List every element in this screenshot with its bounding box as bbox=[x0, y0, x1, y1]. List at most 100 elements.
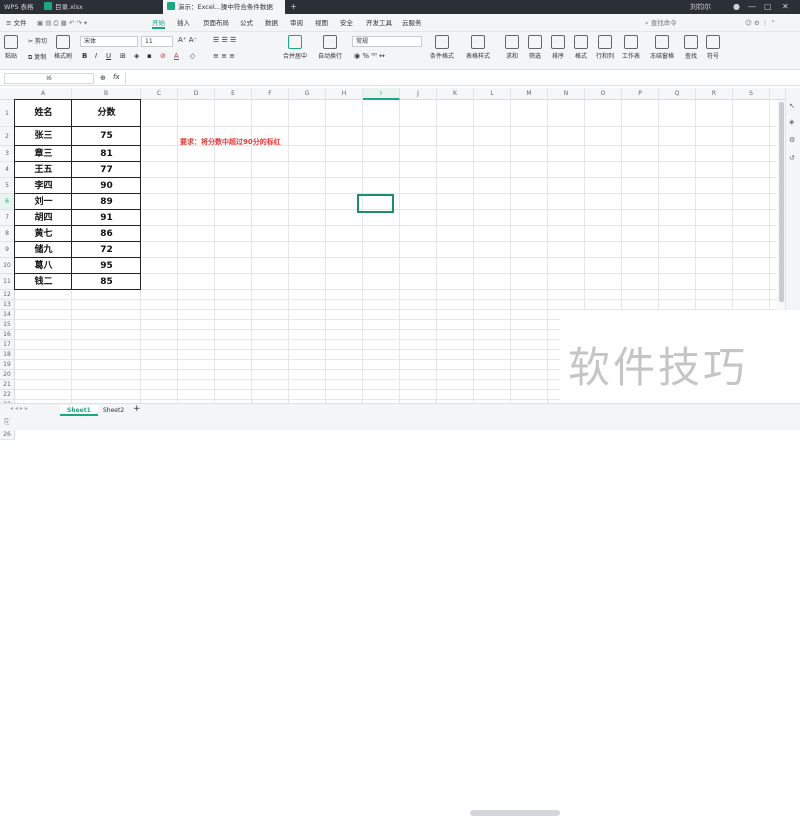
font-size-select[interactable]: 11 bbox=[141, 36, 173, 47]
sheet-nav-icons[interactable]: ◂ ◂ ▸ ▸ bbox=[10, 405, 28, 412]
name-cell[interactable]: 章三 bbox=[15, 146, 72, 162]
tab-home[interactable]: 开始 bbox=[152, 17, 165, 29]
row-header-4[interactable]: 4 bbox=[0, 162, 15, 178]
tab-data[interactable]: 数据 bbox=[265, 17, 278, 29]
row-header-6[interactable]: 6 bbox=[0, 194, 15, 210]
symbol-button[interactable]: 符号 bbox=[706, 35, 720, 60]
score-cell[interactable]: 95 bbox=[72, 258, 141, 274]
name-cell[interactable]: 李四 bbox=[15, 178, 72, 194]
column-header-l[interactable]: L bbox=[474, 88, 511, 100]
selected-cell[interactable] bbox=[357, 194, 394, 213]
sheet-tab-2[interactable]: Sheet2 bbox=[96, 405, 131, 416]
copy-button[interactable]: ⧉ 复制 bbox=[28, 52, 46, 62]
font-color-button[interactable]: A bbox=[174, 52, 179, 60]
vertical-scroll-thumb[interactable] bbox=[779, 102, 784, 302]
sort-button[interactable]: 排序 bbox=[551, 35, 565, 60]
row-header-19[interactable]: 19 bbox=[0, 360, 15, 370]
wrap-text-button[interactable]: 自动换行 bbox=[318, 35, 342, 60]
user-name[interactable]: 刘钧尔 bbox=[690, 1, 711, 13]
quick-access-toolbar[interactable]: ▣ ▤ ⎙ ▦ ↶ ↷ ▾ bbox=[37, 17, 87, 29]
row-header-3[interactable]: 3 bbox=[0, 146, 15, 162]
font-name-select[interactable]: 宋体 bbox=[80, 36, 138, 47]
italic-button[interactable]: I bbox=[95, 52, 97, 60]
tab-review[interactable]: 审阅 bbox=[290, 17, 303, 29]
paste-button[interactable]: 粘贴 bbox=[4, 35, 18, 60]
underline-button[interactable]: U bbox=[106, 52, 111, 60]
score-cell[interactable]: 90 bbox=[72, 178, 141, 194]
worksheet-button[interactable]: 工作表 bbox=[622, 35, 640, 60]
name-cell[interactable]: 张三 bbox=[15, 127, 72, 146]
column-header-h[interactable]: H bbox=[326, 88, 363, 100]
row-header-16[interactable]: 16 bbox=[0, 330, 15, 340]
score-cell[interactable]: 89 bbox=[72, 194, 141, 210]
clear-format-icon[interactable]: ◇ bbox=[190, 52, 195, 60]
row-col-button[interactable]: 行和列 bbox=[596, 35, 614, 60]
row-header-26[interactable]: 26 bbox=[0, 430, 15, 440]
tab-page-layout[interactable]: 页面布局 bbox=[203, 17, 229, 29]
fx-icon[interactable]: fx bbox=[113, 73, 120, 81]
row-header-14[interactable]: 14 bbox=[0, 310, 15, 320]
tab-developer[interactable]: 开发工具 bbox=[366, 17, 392, 29]
column-header-e[interactable]: E bbox=[215, 88, 252, 100]
conditional-format-button[interactable]: 条件格式 bbox=[430, 35, 454, 60]
name-cell[interactable]: 胡四 bbox=[15, 210, 72, 226]
table-style-button[interactable]: 表格样式 bbox=[466, 35, 490, 60]
column-header-q[interactable]: Q bbox=[659, 88, 696, 100]
column-header-r[interactable]: R bbox=[696, 88, 733, 100]
macro-icon[interactable]: ⎘ bbox=[4, 418, 10, 427]
tab-formulas[interactable]: 公式 bbox=[240, 17, 253, 29]
row-header-10[interactable]: 10 bbox=[0, 258, 15, 274]
close-icon[interactable]: ✕ bbox=[782, 1, 789, 13]
align-top-icon[interactable]: ☰ ☰ ☰ bbox=[213, 36, 236, 44]
score-cell[interactable]: 77 bbox=[72, 162, 141, 178]
property-icon[interactable]: ⚙ bbox=[789, 136, 795, 144]
name-box[interactable]: I6 bbox=[4, 73, 94, 84]
tab-document-active[interactable]: 演示：Excel...操中符合条件数据 bbox=[163, 0, 285, 14]
score-cell[interactable]: 91 bbox=[72, 210, 141, 226]
column-header-m[interactable]: M bbox=[511, 88, 548, 100]
merge-center-button[interactable]: 合并居中 bbox=[283, 35, 307, 60]
name-cell[interactable]: 王五 bbox=[15, 162, 72, 178]
sheet-tab-1[interactable]: Sheet1 bbox=[60, 405, 98, 416]
name-cell[interactable]: 储九 bbox=[15, 242, 72, 258]
row-header-20[interactable]: 20 bbox=[0, 370, 15, 380]
freeze-panes-button[interactable]: 冻结窗格 bbox=[650, 35, 674, 60]
maximize-icon[interactable]: ▢ bbox=[764, 1, 772, 13]
row-header-8[interactable]: 8 bbox=[0, 226, 15, 242]
column-header-o[interactable]: O bbox=[585, 88, 622, 100]
row-header-1[interactable]: 1 bbox=[0, 100, 15, 127]
column-header-g[interactable]: G bbox=[289, 88, 326, 100]
select-icon[interactable]: ↖ bbox=[789, 102, 795, 110]
column-header-n[interactable]: N bbox=[548, 88, 585, 100]
score-cell[interactable]: 72 bbox=[72, 242, 141, 258]
border-button[interactable]: ⊞ bbox=[120, 52, 126, 60]
tab-cloud[interactable]: 云服务 bbox=[402, 17, 422, 29]
number-format-select[interactable]: 常规 bbox=[352, 36, 422, 47]
filter-button[interactable]: 筛选 bbox=[528, 35, 542, 60]
avatar[interactable]: ● bbox=[733, 1, 740, 13]
tab-document-catalog[interactable]: 目录.xlsx bbox=[40, 0, 160, 14]
row-header-9[interactable]: 9 bbox=[0, 242, 15, 258]
file-menu[interactable]: ≡ 文件 bbox=[6, 17, 27, 29]
column-header-c[interactable]: C bbox=[141, 88, 178, 100]
tab-wps-home[interactable]: WPS 表格 bbox=[0, 0, 40, 14]
percent-icons[interactable]: ◉ % ⁰⁰ ↔ bbox=[354, 52, 385, 60]
history-icon[interactable]: ↺ bbox=[789, 154, 795, 162]
more-icon[interactable]: ▪ bbox=[147, 52, 152, 60]
column-header-k[interactable]: K bbox=[437, 88, 474, 100]
formula-input[interactable] bbox=[125, 73, 785, 84]
row-header-12[interactable]: 12 bbox=[0, 290, 15, 300]
column-header-s[interactable]: S bbox=[733, 88, 770, 100]
zoom-icon[interactable]: ⊕ bbox=[100, 74, 106, 82]
column-header-p[interactable]: P bbox=[622, 88, 659, 100]
column-header-f[interactable]: F bbox=[252, 88, 289, 100]
name-cell[interactable]: 黄七 bbox=[15, 226, 72, 242]
column-header-d[interactable]: D bbox=[178, 88, 215, 100]
score-cell[interactable]: 75 bbox=[72, 127, 141, 146]
row-header-18[interactable]: 18 bbox=[0, 350, 15, 360]
name-cell[interactable]: 葛八 bbox=[15, 258, 72, 274]
tab-security[interactable]: 安全 bbox=[340, 17, 353, 29]
bold-button[interactable]: B bbox=[82, 52, 87, 60]
font-grow-icon[interactable]: A⁺ A⁻ bbox=[178, 36, 197, 44]
fill-bucket-icon[interactable]: ⊘ bbox=[160, 52, 166, 60]
